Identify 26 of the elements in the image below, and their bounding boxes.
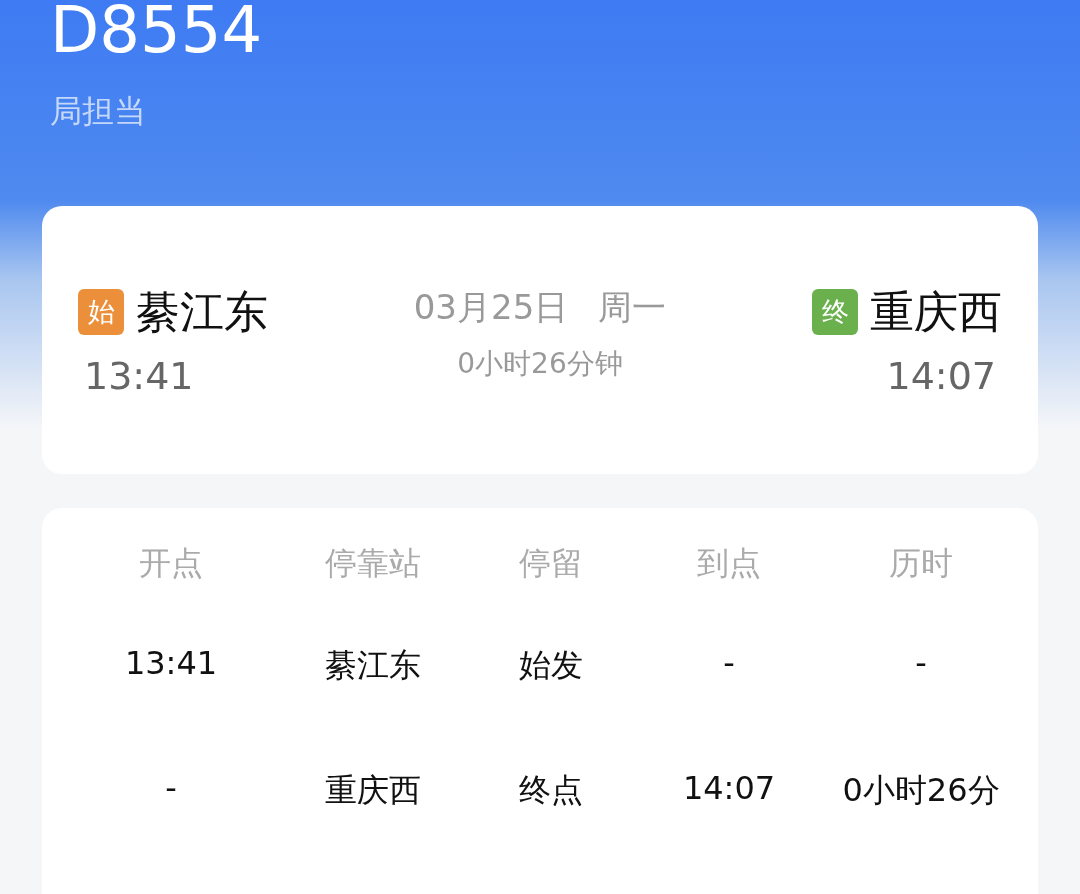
train-number: D8554 [50,0,263,62]
column-header: 到点 [697,543,761,584]
table-cell: - [723,644,735,682]
duration-text: 0小时26分钟 [457,346,623,382]
station-name: 綦江东 [136,284,268,339]
table-cell-text: 0小时26分 [842,770,1000,811]
column-header: 停留 [519,543,583,584]
table-cell-text: 始发 [519,645,583,686]
column-header: 停靠站 [325,543,421,584]
column-header: 开点 [139,543,203,584]
bureau-label: 局担当 [50,91,146,132]
column-header: 历时 [889,543,953,584]
table-cell-text: 綦江东 [325,645,421,686]
table-cell: - [165,769,177,807]
table-cell: 14:07 [682,769,776,807]
station-time: 13:41 [83,353,195,398]
station-name: 重庆西 [870,284,1002,339]
table-cell: 13:41 [124,644,218,682]
station-badge: 终 [812,289,858,335]
table-cell-text: 终点 [519,770,583,811]
date-text: 03月25日 [413,286,569,329]
station-time: 14:07 [885,353,997,398]
table-cell: - [915,644,927,682]
station-badge: 始 [78,289,124,335]
table-cell-text: 重庆西 [325,770,421,811]
weekday-text: 周一 [598,286,667,329]
